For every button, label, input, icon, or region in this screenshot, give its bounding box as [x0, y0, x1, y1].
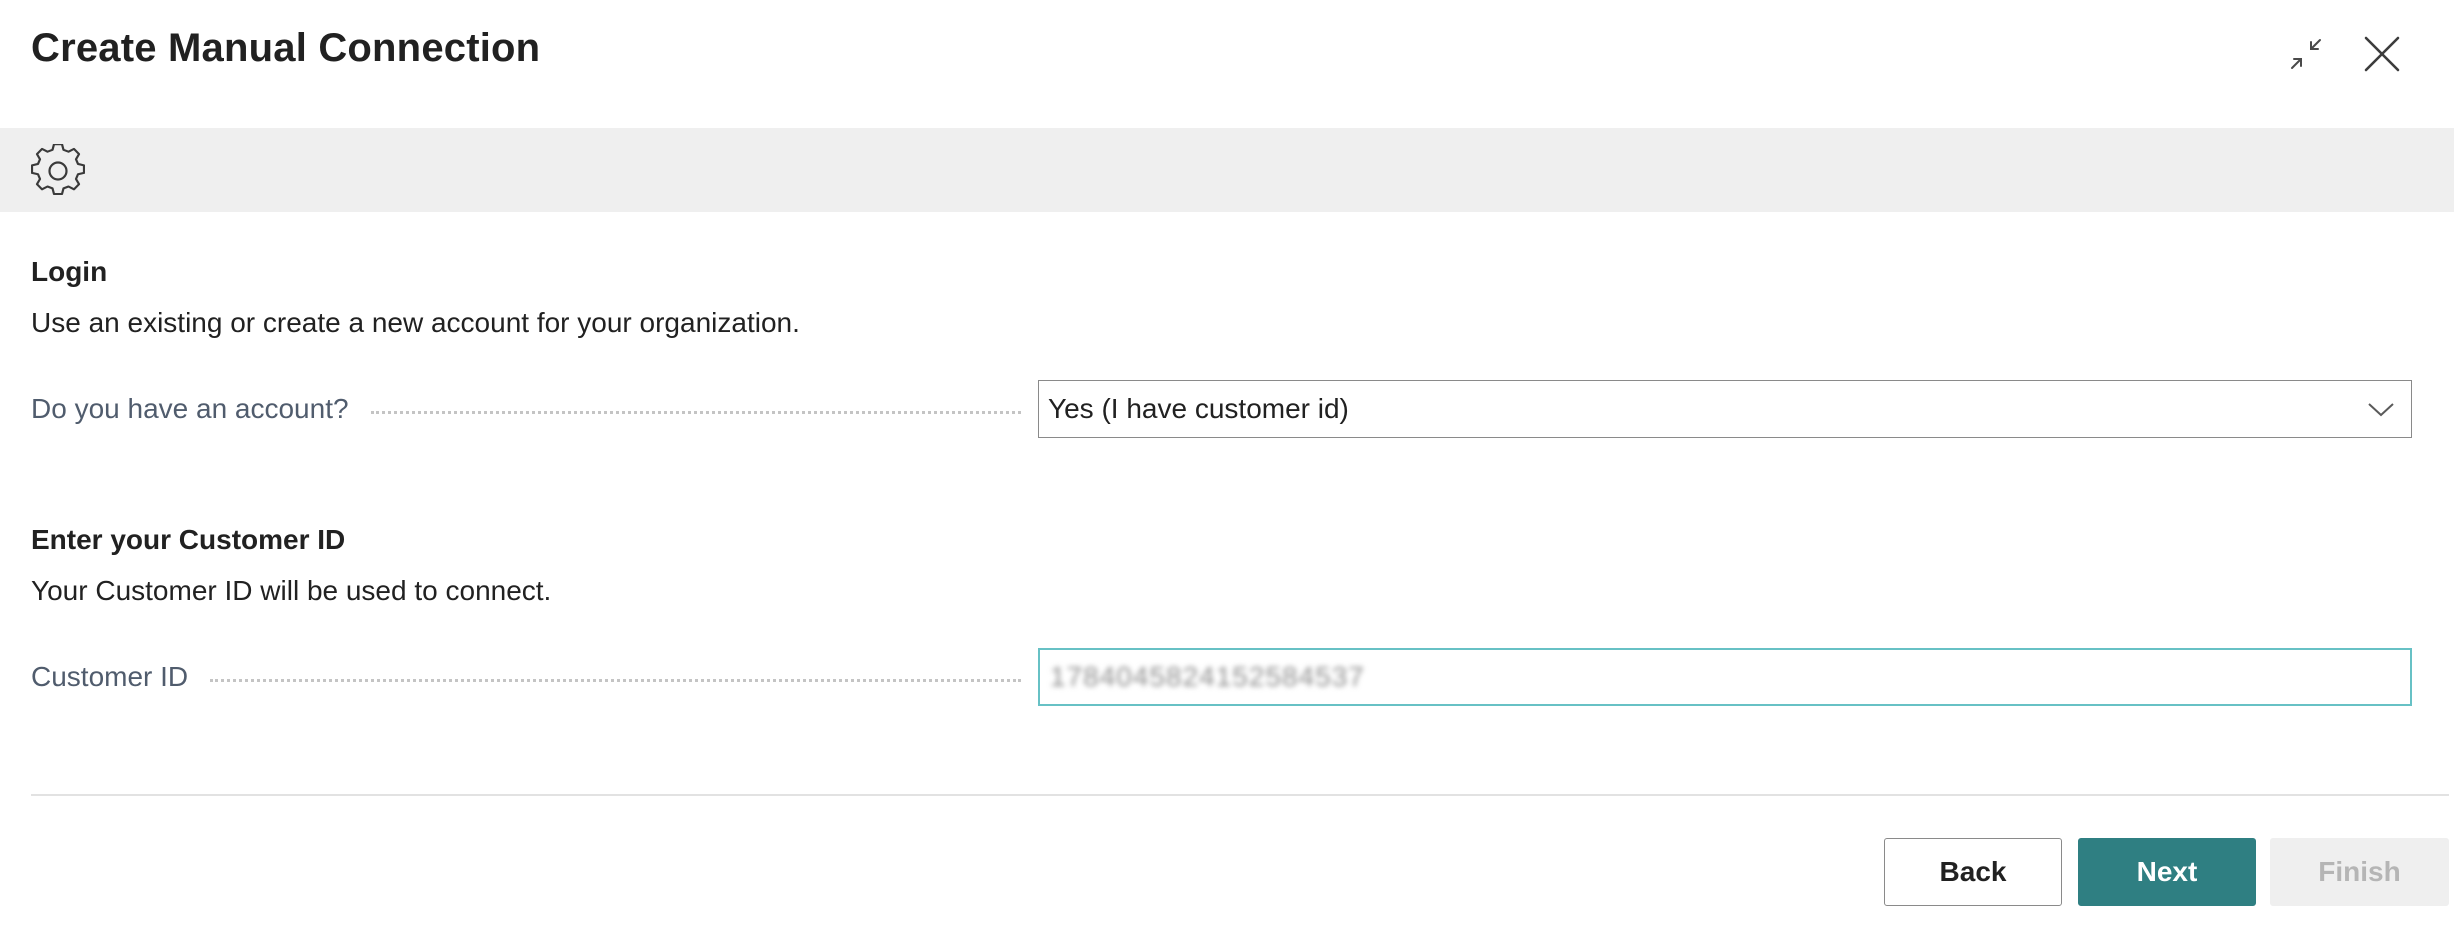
collapse-button[interactable] [2282, 30, 2330, 78]
action-bar [0, 128, 2454, 212]
account-select-value: Yes (I have customer id) [1048, 393, 1349, 424]
next-button[interactable]: Next [2078, 838, 2256, 906]
customer-section-title: Enter your Customer ID [31, 524, 346, 555]
dialog-header-actions [2282, 30, 2406, 78]
customer-id-field-label: Customer ID [31, 661, 1021, 693]
account-select[interactable]: Yes (I have customer id) [1038, 380, 2412, 438]
close-button[interactable] [2358, 30, 2406, 78]
settings-button[interactable] [30, 144, 86, 196]
customer-section-description: Your Customer ID will be used to connect… [31, 575, 552, 606]
label-dotted-leader [210, 678, 1021, 682]
customer-id-value: 1784045824152584537 [1050, 661, 1365, 692]
login-section-title: Login [31, 256, 108, 287]
collapse-icon [2291, 39, 2321, 69]
gear-icon [31, 144, 85, 196]
login-section-description: Use an existing or create a new account … [31, 307, 800, 338]
dialog-title: Create Manual Connection [31, 26, 541, 70]
back-button[interactable]: Back [1884, 838, 2062, 906]
customer-id-label-text: Customer ID [31, 661, 189, 692]
account-field-label: Do you have an account? [31, 393, 1021, 425]
finish-button[interactable]: Finish [2270, 838, 2449, 906]
create-manual-connection-dialog: Create Manual Connection Login Use an ex… [0, 0, 2454, 942]
footer-divider [31, 794, 2449, 796]
label-dotted-leader [370, 410, 1021, 414]
chevron-down-icon [2351, 381, 2411, 437]
customer-id-input[interactable]: 1784045824152584537 [1038, 648, 2412, 706]
account-label-text: Do you have an account? [31, 393, 349, 424]
close-icon [2364, 36, 2400, 72]
